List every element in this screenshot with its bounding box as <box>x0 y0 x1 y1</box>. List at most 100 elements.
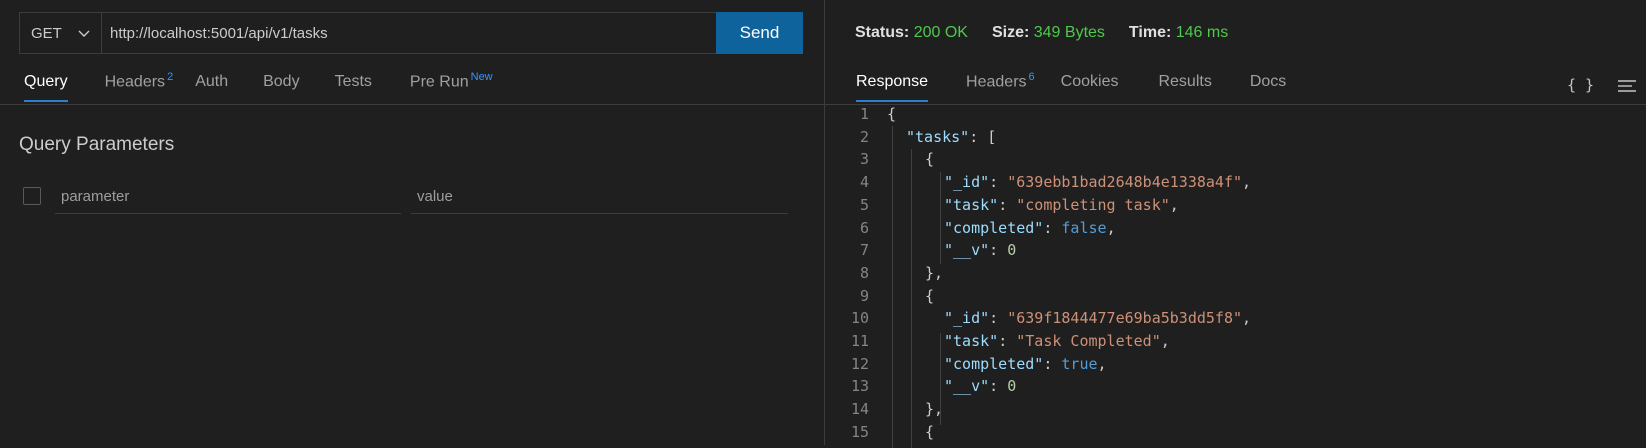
tab-label: Cookies <box>1060 73 1119 91</box>
response-body-editor[interactable]: 1{2 "tasks": [3{4 "_id": "639ebb1bad2648b4… <box>825 103 1646 448</box>
tab-label: Results <box>1158 73 1212 91</box>
tab-label: Headers <box>966 73 1027 91</box>
tab-label: Headers <box>104 73 166 91</box>
code-content: "task": "Task Completed", <box>944 330 1170 353</box>
code-token: false <box>1061 218 1107 237</box>
tab-label: Auth <box>195 73 229 91</box>
line-number: 9 <box>859 286 869 305</box>
code-line: 9{ <box>825 285 1646 308</box>
code-token: true <box>1061 354 1098 373</box>
code-token: "__v" <box>944 241 990 260</box>
tab-badge: 6 <box>1028 71 1035 83</box>
code-content: { <box>925 148 934 171</box>
param-name-input[interactable] <box>55 180 401 214</box>
line-number: 6 <box>859 218 869 237</box>
code-line: 14}, <box>825 398 1646 421</box>
code-content: "task": "completing task", <box>944 194 1179 217</box>
code-line: 4 "_id": "639ebb1bad2648b4e1338a4f", <box>825 171 1646 194</box>
line-number: 12 <box>850 354 869 373</box>
code-line: 6 "completed": false, <box>825 217 1646 240</box>
code-content: "_id": "639f1844477e69ba5b3dd5f8", <box>944 307 1251 330</box>
line-number: 11 <box>850 332 869 350</box>
code-line: 15 { <box>825 421 1646 444</box>
request-tabs: Query Headers 2 Auth Body Tests Pre Run Ne… <box>24 71 493 103</box>
tab-auth[interactable]: Auth <box>195 73 228 102</box>
code-token: "639f1844477e69ba5b3dd5f8" <box>1007 309 1243 328</box>
code-token: , <box>1242 309 1252 328</box>
tab-label: Tests <box>334 73 372 91</box>
tab-docs[interactable]: Docs <box>1250 73 1286 102</box>
code-token: : <box>998 195 1017 214</box>
code-token: "completed" <box>944 218 1044 237</box>
line-number: 8 <box>859 263 869 282</box>
method-select[interactable]: GET <box>20 13 102 53</box>
tab-tests[interactable]: Tests <box>335 73 372 102</box>
tab-headers[interactable]: Headers 2 <box>105 71 174 102</box>
size-value: 349 Bytes <box>1033 24 1105 41</box>
code-content: { <box>887 103 896 126</box>
tab-label: Docs <box>1249 73 1287 91</box>
code-content: "__v": 0 <box>944 375 1016 398</box>
tab-label: Pre Run <box>409 73 469 91</box>
code-content: }, <box>925 262 943 285</box>
code-token: , <box>1097 354 1107 373</box>
code-token: "task" <box>944 332 999 350</box>
code-token: "task" <box>944 195 999 214</box>
url-input[interactable] <box>102 13 802 53</box>
line-number: 13 <box>850 377 869 396</box>
code-token: , <box>1106 218 1116 237</box>
code-content: { <box>925 285 934 308</box>
code-line: 10 "_id": "639f1844477e69ba5b3dd5f8", <box>825 307 1646 330</box>
tab-badge: New <box>470 71 493 83</box>
code-token: "Task Completed" <box>1016 332 1161 350</box>
line-number: 2 <box>859 127 869 146</box>
code-line: 12 "completed": true, <box>825 353 1646 376</box>
wrap-lines-icon[interactable] <box>1617 78 1637 94</box>
braces-icon[interactable]: { } <box>1567 76 1594 94</box>
code-token: : <box>998 332 1017 350</box>
tab-results[interactable]: Results <box>1158 73 1211 102</box>
code-token: , <box>1160 332 1170 350</box>
code-token: : <box>989 377 1008 396</box>
line-number: 7 <box>859 241 869 260</box>
status-label: Status: <box>855 24 910 41</box>
time-value: 146 ms <box>1175 24 1229 41</box>
tab-response-headers[interactable]: Headers 6 <box>966 71 1035 102</box>
code-token: , <box>1169 195 1179 214</box>
code-content: "_id": "639ebb1bad2648b4e1338a4f", <box>944 171 1251 194</box>
tab-response[interactable]: Response <box>856 73 929 103</box>
code-token: : <box>1043 218 1062 237</box>
line-number: 1 <box>859 105 869 123</box>
tab-cookies[interactable]: Cookies <box>1061 73 1119 102</box>
code-token: "tasks" <box>906 127 970 146</box>
send-button[interactable]: Send <box>716 12 803 54</box>
url-bar: GET Send <box>19 12 803 54</box>
code-line: 13 "__v": 0 <box>825 375 1646 398</box>
code-line: 2 "tasks": [ <box>825 126 1646 149</box>
code-token: "_id" <box>944 173 990 192</box>
method-label: GET <box>31 24 62 42</box>
tab-pre-run[interactable]: Pre Run New <box>410 71 493 102</box>
tab-badge: 2 <box>167 71 174 83</box>
param-value-input[interactable] <box>411 180 788 214</box>
chevron-down-icon <box>78 30 90 37</box>
code-token: { <box>925 150 935 169</box>
code-token: : <box>1043 354 1062 373</box>
tab-label: Response <box>856 73 929 91</box>
code-token: { <box>925 422 935 441</box>
code-content: "completed": false, <box>944 217 1116 240</box>
code-token: "_id" <box>944 309 990 328</box>
code-line: 7 "__v": 0 <box>825 239 1646 262</box>
param-checkbox[interactable] <box>23 187 41 205</box>
line-number: 10 <box>850 309 869 328</box>
response-status-bar: Status: 200 OK Size: 349 Bytes Time: 146… <box>855 24 1228 42</box>
code-token: , <box>1242 173 1252 192</box>
tab-query[interactable]: Query <box>24 73 68 103</box>
code-content: }, <box>925 398 943 421</box>
tab-label: Query <box>24 73 68 91</box>
code-content: "tasks": [ <box>906 126 996 149</box>
tab-body[interactable]: Body <box>263 73 299 102</box>
code-token: "639ebb1bad2648b4e1338a4f" <box>1007 173 1243 192</box>
code-token: }, <box>925 400 944 419</box>
line-number: 5 <box>859 195 869 214</box>
